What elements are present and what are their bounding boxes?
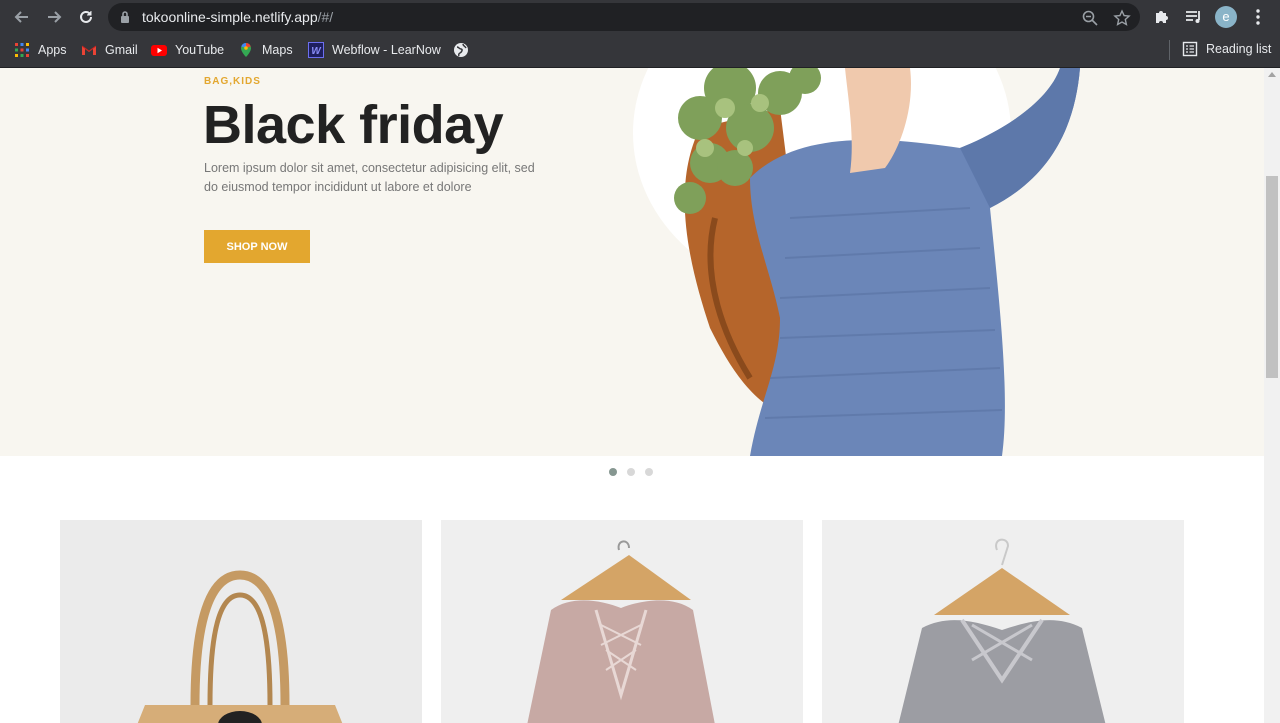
- reading-list-icon: [1182, 41, 1198, 57]
- reload-button[interactable]: [75, 6, 97, 28]
- forward-button[interactable]: [43, 6, 65, 28]
- youtube-icon: [151, 42, 167, 58]
- maps-pin-icon: [238, 42, 254, 58]
- page-scrollbar[interactable]: [1264, 68, 1280, 723]
- apps-grid-icon: [14, 42, 30, 58]
- grey-sweater-image: [822, 520, 1184, 723]
- bookmark-label: Apps: [38, 43, 67, 57]
- bookmark-separator: [1169, 40, 1170, 60]
- gmail-icon: [81, 42, 97, 58]
- bookmark-label: Maps: [262, 43, 293, 57]
- forward-arrow-icon: [48, 11, 62, 23]
- browser-toolbar: tokoonline-simple.netlify.app/#/ e: [0, 0, 1280, 34]
- media-queue-icon[interactable]: [1184, 7, 1204, 27]
- bookmark-webflow[interactable]: W Webflow - LearNow: [308, 41, 441, 59]
- slider-pagination: [609, 468, 653, 476]
- slider-dot-2[interactable]: [627, 468, 635, 476]
- page-viewport: BAG,KIDS Black friday Lorem ipsum dolor …: [0, 68, 1264, 723]
- svg-text:W: W: [311, 46, 322, 57]
- extensions-puzzle-icon[interactable]: [1152, 7, 1172, 27]
- address-bar[interactable]: tokoonline-simple.netlify.app/#/: [108, 3, 1140, 31]
- hero-title: Black friday: [203, 95, 504, 155]
- product-card-tote-bag[interactable]: [60, 520, 422, 723]
- bookmark-apps[interactable]: Apps: [14, 41, 67, 59]
- back-button[interactable]: [11, 6, 33, 28]
- shop-now-button[interactable]: SHOP NOW: [204, 230, 310, 263]
- hero-category-tag: BAG,KIDS: [204, 76, 261, 87]
- bookmark-label: YouTube: [175, 43, 225, 57]
- scroll-up-arrow-icon[interactable]: [1268, 72, 1276, 77]
- bookmark-star-icon[interactable]: [1113, 9, 1131, 27]
- reload-icon: [80, 10, 92, 23]
- tote-bag-image: [60, 520, 422, 723]
- menu-kebab-icon[interactable]: [1250, 7, 1270, 27]
- bookmark-maps[interactable]: Maps: [238, 41, 293, 59]
- reading-list-button[interactable]: Reading list: [1182, 41, 1271, 57]
- lock-icon: [120, 10, 130, 29]
- product-card-grey-sweater[interactable]: [822, 520, 1184, 723]
- product-card-pink-sweater[interactable]: [441, 520, 803, 723]
- scrollbar-thumb[interactable]: [1266, 176, 1278, 378]
- bookmark-label: Webflow - LearNow: [332, 43, 441, 57]
- bookmarks-bar: Apps Gmail YouTube Maps W Webflow - Lear…: [0, 34, 1280, 68]
- hero-model-image: [674, 68, 1080, 456]
- bookmark-globe[interactable]: [453, 41, 477, 59]
- hero-description: Lorem ipsum dolor sit amet, consectetur …: [204, 161, 535, 194]
- bookmark-gmail[interactable]: Gmail: [81, 41, 138, 59]
- reading-list-label: Reading list: [1206, 42, 1272, 56]
- profile-avatar[interactable]: e: [1215, 6, 1237, 28]
- slider-dot-3[interactable]: [645, 468, 653, 476]
- bookmark-label: Gmail: [105, 43, 138, 57]
- webflow-icon: W: [308, 42, 324, 58]
- hero-slider: BAG,KIDS Black friday Lorem ipsum dolor …: [0, 68, 1264, 456]
- back-arrow-icon: [14, 11, 28, 23]
- globe-icon: [453, 42, 469, 58]
- zoom-icon[interactable]: [1081, 9, 1099, 27]
- pink-sweater-image: [441, 520, 803, 723]
- url-text: tokoonline-simple.netlify.app/#/: [142, 9, 334, 25]
- slider-dot-1[interactable]: [609, 468, 617, 476]
- bookmark-youtube[interactable]: YouTube: [151, 41, 224, 59]
